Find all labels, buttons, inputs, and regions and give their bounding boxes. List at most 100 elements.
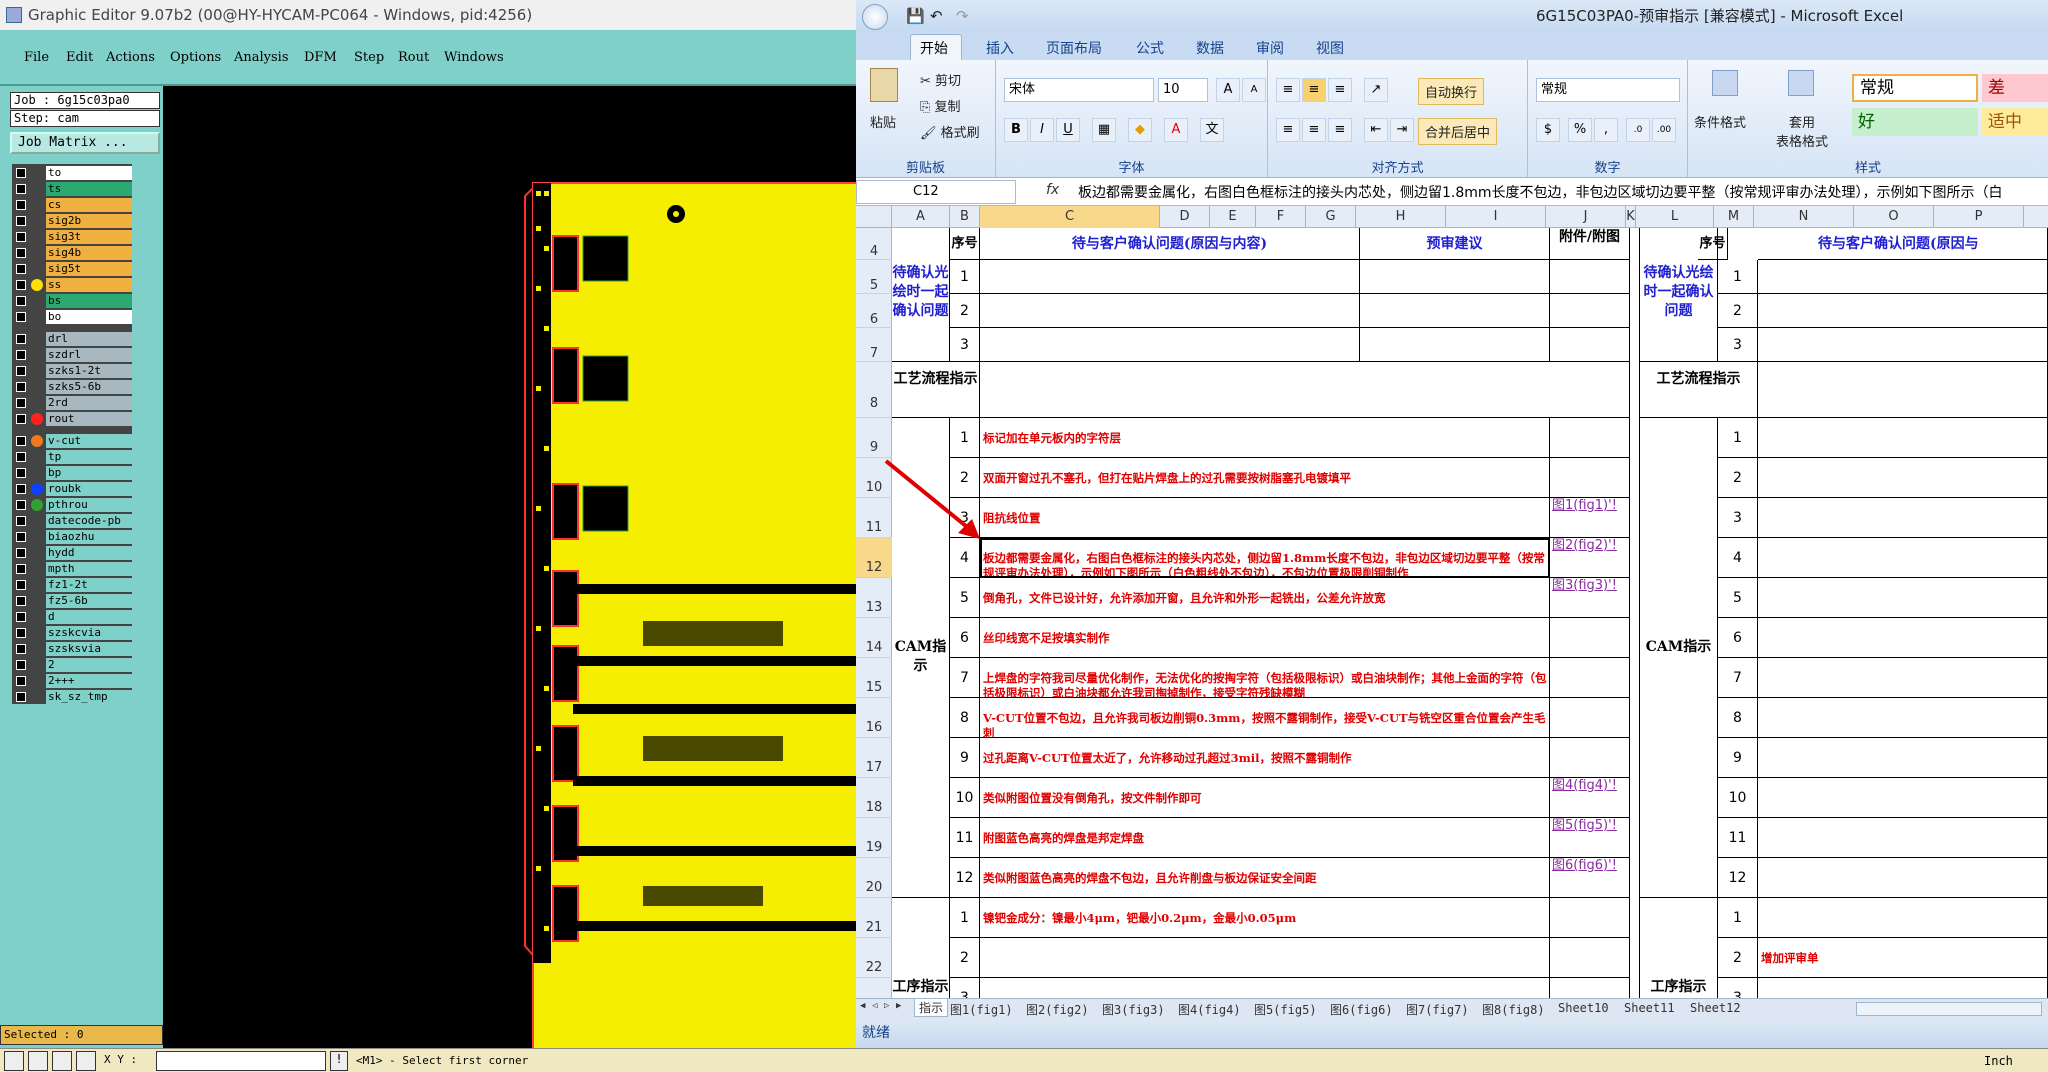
menu-rout[interactable]: Rout — [398, 50, 429, 65]
redo-icon[interactable]: ↷ — [956, 0, 969, 32]
style-neutral[interactable]: 适中 — [1982, 108, 2048, 136]
sheet-tab[interactable]: 图3(fig3) — [1102, 1001, 1165, 1018]
column-header[interactable]: A — [892, 206, 950, 228]
seq-cell[interactable]: 11 — [950, 818, 980, 858]
layer-row[interactable]: szskcvia — [12, 626, 132, 640]
advice-cell[interactable] — [1360, 294, 1550, 328]
decrease-decimal-icon[interactable]: .00 — [1652, 118, 1676, 142]
attach-link[interactable] — [1550, 458, 1630, 498]
attach-link[interactable]: 图5(fig5)'! — [1550, 818, 1630, 858]
align-right-icon[interactable]: ≡ — [1328, 118, 1352, 142]
formula-input[interactable]: 板边都需要金属化，右图白色框标注的接头内芯处，侧边留1.8mm长度不包边，非包边… — [1078, 182, 2003, 202]
issue-header[interactable]: 待与客户确认问题(原因与内容) — [980, 228, 1360, 260]
cam-section-label-right[interactable]: CAM指示 — [1640, 418, 1718, 898]
menu-analysis[interactable]: Analysis — [234, 50, 289, 65]
proc-section-label[interactable]: 工序指示 — [892, 898, 950, 999]
style-bad[interactable]: 差 — [1982, 74, 2048, 102]
flow-section-label[interactable]: 工艺流程指示 — [892, 362, 980, 418]
layer-checkbox[interactable] — [16, 350, 26, 360]
tab-formulas[interactable]: 公式 — [1136, 38, 1164, 58]
confirm-section-label-right[interactable]: 待确认光绘时一起确认问题 — [1640, 228, 1718, 362]
row-header[interactable]: 15 — [856, 658, 892, 698]
seq-cell[interactable]: 1 — [950, 898, 980, 938]
align-bottom-icon[interactable]: ≡ — [1328, 78, 1352, 102]
wrap-text-button[interactable]: 自动换行 — [1418, 78, 1485, 105]
advice-header[interactable]: 预审建议 — [1360, 228, 1550, 260]
flow-cell[interactable] — [980, 362, 1630, 418]
align-center-icon[interactable]: ≡ — [1302, 118, 1326, 142]
layer-checkbox[interactable] — [16, 660, 26, 670]
seq-cell-right[interactable]: 2 — [1718, 294, 1758, 328]
percent-icon[interactable]: % — [1568, 118, 1592, 142]
layer-checkbox[interactable] — [16, 200, 26, 210]
zoom-icon[interactable] — [4, 1051, 24, 1071]
column-header[interactable]: Q — [2024, 206, 2048, 228]
issue-cell[interactable] — [980, 294, 1360, 328]
issue-cell-right[interactable] — [1758, 458, 2048, 498]
row-header[interactable]: 18 — [856, 778, 892, 818]
table-format-icon[interactable] — [1788, 70, 1814, 96]
attach-cell[interactable] — [1550, 260, 1630, 294]
layer-checkbox[interactable] — [16, 382, 26, 392]
attach-link[interactable]: 图2(fig2)'! — [1550, 538, 1630, 578]
cam-issue-cell[interactable]: 类似附图位置没有倒角孔，按文件制作即可 — [980, 778, 1550, 818]
paste-icon[interactable] — [870, 68, 898, 102]
cam-issue-cell[interactable]: 过孔距离V-CUT位置太近了，允许移动过孔超过3mil，按照不露铜制作 — [980, 738, 1550, 778]
layer-row[interactable]: bo — [12, 310, 132, 324]
seq-cell-right[interactable]: 3 — [1718, 328, 1758, 362]
row-header[interactable]: 20 — [856, 858, 892, 898]
pan-icon[interactable] — [28, 1051, 48, 1071]
column-header[interactable]: E — [1210, 206, 1256, 228]
issue-cell-right[interactable] — [1758, 818, 2048, 858]
layer-checkbox[interactable] — [16, 280, 26, 290]
layer-row[interactable]: szdrl — [12, 348, 132, 362]
italic-icon[interactable]: I — [1030, 118, 1054, 142]
advice-cell[interactable] — [1360, 260, 1550, 294]
conditional-format-icon[interactable] — [1712, 70, 1738, 96]
row-header[interactable]: 21 — [856, 898, 892, 938]
seq-cell-right[interactable]: 1 — [1718, 898, 1758, 938]
flow-section-label-right[interactable]: 工艺流程指示 — [1640, 362, 1758, 418]
font-color-icon[interactable]: A — [1164, 118, 1188, 142]
tab-insert[interactable]: 插入 — [986, 38, 1014, 58]
sheet-nav-icon[interactable]: ▶ — [896, 1001, 901, 1011]
tab-view[interactable]: 视图 — [1316, 38, 1344, 58]
layer-row[interactable]: v-cut — [12, 434, 132, 448]
align-top-icon[interactable]: ≡ — [1276, 78, 1300, 102]
layer-row[interactable]: fz1-2t — [12, 578, 132, 592]
sheet-tab[interactable]: Sheet10 — [1558, 1001, 1609, 1015]
sheet-tab[interactable]: 图8(fig8) — [1482, 1001, 1545, 1018]
seq-cell-right[interactable]: 11 — [1718, 818, 1758, 858]
seq-cell[interactable]: 8 — [950, 698, 980, 738]
seq-cell-right[interactable]: 4 — [1718, 538, 1758, 578]
attach-link[interactable]: 图3(fig3)'! — [1550, 578, 1630, 618]
issue-cell[interactable] — [980, 260, 1360, 294]
layer-checkbox[interactable] — [16, 692, 26, 702]
sheet-tab[interactable]: 图5(fig5) — [1254, 1001, 1317, 1018]
row-header[interactable]: 6 — [856, 294, 892, 328]
layer-row[interactable]: szks1-2t — [12, 364, 132, 378]
layer-row[interactable]: d — [12, 610, 132, 624]
conditional-format-button[interactable]: 条件格式 — [1694, 112, 1746, 131]
tab-review[interactable]: 审阅 — [1256, 38, 1284, 58]
attach-header[interactable]: 附件/附图 — [1550, 228, 1630, 260]
attach-link[interactable]: 图6(fig6)'! — [1550, 858, 1630, 898]
row-header[interactable]: 4 — [856, 228, 892, 260]
fill-color-icon[interactable]: ◆ — [1128, 118, 1152, 142]
seq-cell-right[interactable]: 1 — [1718, 260, 1758, 294]
menu-step[interactable]: Step — [354, 50, 384, 65]
attach-cell[interactable] — [1550, 898, 1630, 938]
attach-link[interactable]: 图1(fig1)'! — [1550, 498, 1630, 538]
layer-row[interactable]: sk_sz_tmp — [12, 690, 132, 704]
row-header[interactable]: 8 — [856, 362, 892, 418]
row-header[interactable]: 19 — [856, 818, 892, 858]
layer-row[interactable]: szsksvia — [12, 642, 132, 656]
advice-cell[interactable] — [1360, 328, 1550, 362]
cam-issue-cell[interactable]: 类似附图蓝色高亮的焊盘不包边，且允许削盘与板边保证安全间距 — [980, 858, 1550, 898]
seq-cell[interactable]: 5 — [950, 578, 980, 618]
indent-increase-icon[interactable]: ⇥ — [1390, 118, 1414, 142]
office-button[interactable] — [862, 4, 888, 30]
layer-row[interactable]: datecode-pb — [12, 514, 132, 528]
layer-checkbox[interactable] — [16, 436, 26, 446]
layer-row[interactable]: ss — [12, 278, 132, 292]
